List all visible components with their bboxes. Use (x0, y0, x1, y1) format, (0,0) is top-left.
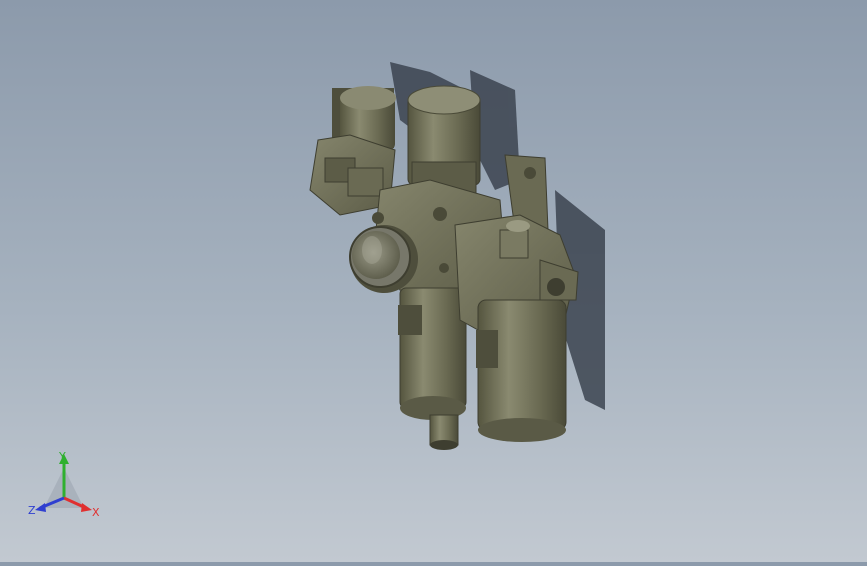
axis-triad: Y X Z (28, 450, 100, 519)
model-render (309, 62, 605, 450)
x-axis-label: X (92, 506, 100, 519)
pressure-gauge[interactable] (349, 225, 418, 293)
y-axis-label: Y (58, 450, 66, 463)
z-axis-label: Z (28, 504, 36, 517)
cad-viewport[interactable]: Y X Z (0, 0, 867, 562)
